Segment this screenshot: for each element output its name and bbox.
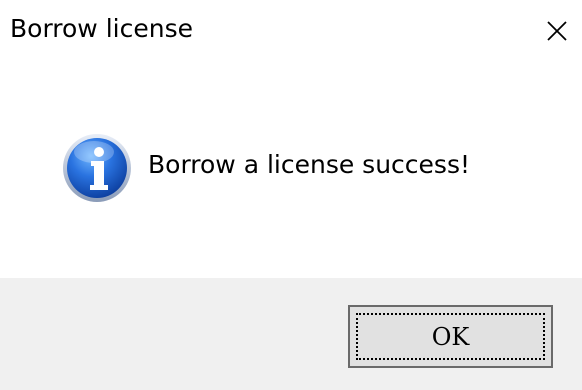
window-title: Borrow license bbox=[10, 14, 193, 43]
ok-button[interactable]: OK bbox=[348, 305, 553, 368]
message-text: Borrow a license success! bbox=[148, 150, 470, 179]
dialog-content: Borrow a license success! bbox=[0, 62, 582, 278]
close-button[interactable] bbox=[532, 0, 582, 62]
button-bar: OK bbox=[0, 278, 582, 390]
message-dialog: Borrow license Borrow a license success!… bbox=[0, 0, 582, 390]
ok-button-label: OK bbox=[431, 322, 470, 351]
title-bar: Borrow license bbox=[0, 0, 582, 62]
info-icon bbox=[63, 134, 131, 202]
close-icon bbox=[547, 21, 567, 41]
